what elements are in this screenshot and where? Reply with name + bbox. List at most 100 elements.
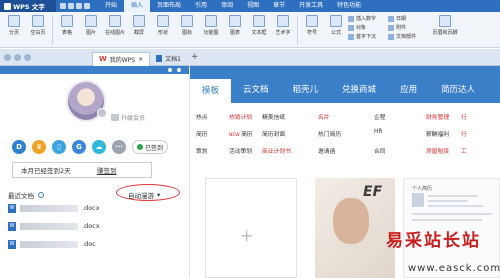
member-icon[interactable]: ♛ bbox=[32, 140, 46, 154]
template-link[interactable]: 精美信纸 bbox=[262, 112, 318, 121]
app-menu-button[interactable]: WPS 文字 bbox=[0, 0, 56, 12]
docer-icon[interactable]: D bbox=[12, 140, 26, 154]
template-card-text: EF bbox=[363, 184, 383, 200]
add-icon[interactable]: + bbox=[240, 226, 253, 245]
template-link[interactable]: 邀请函 bbox=[318, 146, 374, 155]
wordart-icon bbox=[277, 15, 289, 27]
settings-icon[interactable] bbox=[177, 68, 181, 72]
template-link-grid: 热点 热销计划 精美信纸 名片 企程 财务管理 行 简历 NEW 简历 简历封面… bbox=[196, 112, 491, 155]
template-link[interactable]: 工 bbox=[461, 146, 491, 155]
forward-icon[interactable] bbox=[14, 53, 21, 61]
tab-mall[interactable]: 兑换商城 bbox=[330, 77, 388, 103]
template-link[interactable]: 财务管理 bbox=[426, 112, 461, 121]
refresh-icon[interactable] bbox=[38, 192, 44, 198]
table-button[interactable]: 表格 bbox=[55, 15, 79, 36]
document-parts-button[interactable]: 文档部件 bbox=[388, 33, 428, 40]
g-service-icon[interactable]: G bbox=[72, 140, 86, 154]
title-bar: WPS 文字 开始 插入 页面布局 引用 审阅 视图 章节 开发工具 特色功能 bbox=[0, 0, 500, 12]
template-link[interactable]: 活动策划 bbox=[229, 146, 262, 155]
upgrade-vip-link[interactable]: 升级会员 bbox=[111, 113, 145, 122]
category-label: 简历 bbox=[196, 132, 208, 138]
file-name-redacted bbox=[20, 222, 78, 230]
page-break-button[interactable]: 分页 bbox=[2, 15, 26, 36]
resume-photo bbox=[412, 193, 424, 207]
list-item[interactable]: W .docx bbox=[8, 203, 100, 213]
menu-view[interactable]: 视图 bbox=[240, 0, 266, 12]
blank-page-button[interactable]: 空白页 bbox=[26, 15, 50, 36]
header-footer-button[interactable]: 页眉和页脚 bbox=[428, 15, 462, 36]
template-link[interactable]: 名片 bbox=[318, 112, 374, 121]
tab-cloud-docs[interactable]: 云文档 bbox=[231, 77, 281, 103]
phone-icon[interactable]: ▯ bbox=[52, 140, 66, 154]
menu-insert[interactable]: 插入 bbox=[124, 0, 151, 12]
chart-button[interactable]: 图表 bbox=[223, 15, 247, 36]
insert-number-button[interactable]: 插入数字 bbox=[348, 15, 388, 22]
save-icon[interactable] bbox=[60, 3, 66, 9]
highlight-ellipse bbox=[116, 184, 180, 201]
date-button[interactable]: 日期 bbox=[388, 15, 428, 22]
document-tab-bar: W 我的WPS × 文档1 + bbox=[0, 49, 500, 66]
undo-icon[interactable] bbox=[76, 3, 82, 9]
text-line bbox=[428, 205, 483, 207]
back-icon[interactable] bbox=[4, 53, 11, 61]
message-icon[interactable] bbox=[168, 68, 172, 72]
icon-button[interactable]: 图标 bbox=[175, 15, 199, 36]
template-link[interactable]: 热门简历 bbox=[318, 129, 374, 138]
formula-button[interactable]: 公式 bbox=[324, 15, 348, 36]
shape-button[interactable]: 形状 bbox=[151, 15, 175, 36]
tab-docer[interactable]: 稻壳儿 bbox=[281, 77, 331, 103]
new-tab-icon[interactable]: + bbox=[191, 52, 199, 62]
menu-developer[interactable]: 开发工具 bbox=[292, 0, 330, 12]
menu-features[interactable]: 特色功能 bbox=[330, 0, 368, 12]
check-icon bbox=[137, 144, 143, 150]
redo-icon[interactable] bbox=[84, 3, 90, 9]
template-link[interactable]: 行 bbox=[461, 112, 491, 121]
template-card[interactable]: EF bbox=[315, 178, 395, 278]
main-nav: 模板 云文档 稻壳儿 兑换商城 应用 简历达人 bbox=[190, 66, 500, 103]
menu-layout[interactable]: 页面布局 bbox=[150, 0, 188, 12]
category-label: 合同 bbox=[374, 149, 386, 155]
menu-start[interactable]: 开始 bbox=[98, 0, 124, 12]
wordart-button[interactable]: 艺术字 bbox=[271, 15, 295, 36]
template-link[interactable]: NEW 简历 bbox=[229, 129, 262, 138]
more-icon[interactable]: ··· bbox=[112, 140, 126, 154]
template-link[interactable]: 薪酬福利 bbox=[426, 129, 461, 138]
template-link[interactable]: 商业计划书 bbox=[262, 146, 318, 155]
recent-docs-header: 最近文档 bbox=[8, 190, 44, 200]
tab-my-wps[interactable]: W 我的WPS × bbox=[92, 51, 151, 66]
print-icon[interactable] bbox=[68, 3, 74, 9]
attachment-button[interactable]: 附件 bbox=[388, 24, 428, 31]
function-chart-button[interactable]: 功能图 bbox=[199, 15, 223, 36]
template-link[interactable]: 简历封面 bbox=[262, 129, 318, 138]
template-link[interactable]: 房屋租赁 bbox=[426, 146, 461, 155]
tab-templates[interactable]: 模板 bbox=[190, 79, 232, 103]
textbox-button[interactable]: 文本框 bbox=[247, 15, 271, 36]
template-link[interactable]: 行 bbox=[461, 129, 491, 138]
list-item[interactable]: W .docx bbox=[8, 221, 100, 231]
cloud-icon[interactable]: ☁ bbox=[92, 140, 106, 154]
category-label: HR bbox=[374, 129, 383, 135]
earn-checkin-link[interactable]: 赚签到 bbox=[97, 165, 117, 175]
object-button[interactable]: 对象 bbox=[348, 24, 388, 31]
screenshot-button[interactable]: 截屏 bbox=[127, 15, 151, 36]
category-label: 热点 bbox=[196, 115, 208, 121]
tab-document1[interactable]: 文档1 bbox=[150, 52, 187, 66]
category-label: 企程 bbox=[374, 115, 386, 121]
template-link[interactable]: 热销计划 bbox=[229, 112, 262, 121]
menu-review[interactable]: 审阅 bbox=[214, 0, 240, 12]
symbol-button[interactable]: 符号 bbox=[300, 15, 324, 36]
tab-controls bbox=[0, 53, 92, 61]
icons-icon bbox=[181, 15, 193, 27]
checkin-badge[interactable]: 已签到 bbox=[132, 140, 169, 154]
tab-apps[interactable]: 应用 bbox=[388, 77, 429, 103]
online-picture-button[interactable]: 在线图片 bbox=[103, 15, 127, 36]
close-icon[interactable]: × bbox=[138, 56, 143, 63]
menu-reference[interactable]: 引用 bbox=[188, 0, 214, 12]
object-icon bbox=[348, 24, 354, 31]
drop-cap-button[interactable]: 首字下沉 bbox=[348, 33, 388, 40]
picture-button[interactable]: 图片 bbox=[79, 15, 103, 36]
tab-resume[interactable]: 简历达人 bbox=[429, 77, 487, 103]
refresh-icon[interactable] bbox=[24, 53, 31, 61]
menu-section[interactable]: 章节 bbox=[266, 0, 292, 12]
list-item[interactable]: W .doc bbox=[8, 239, 100, 249]
